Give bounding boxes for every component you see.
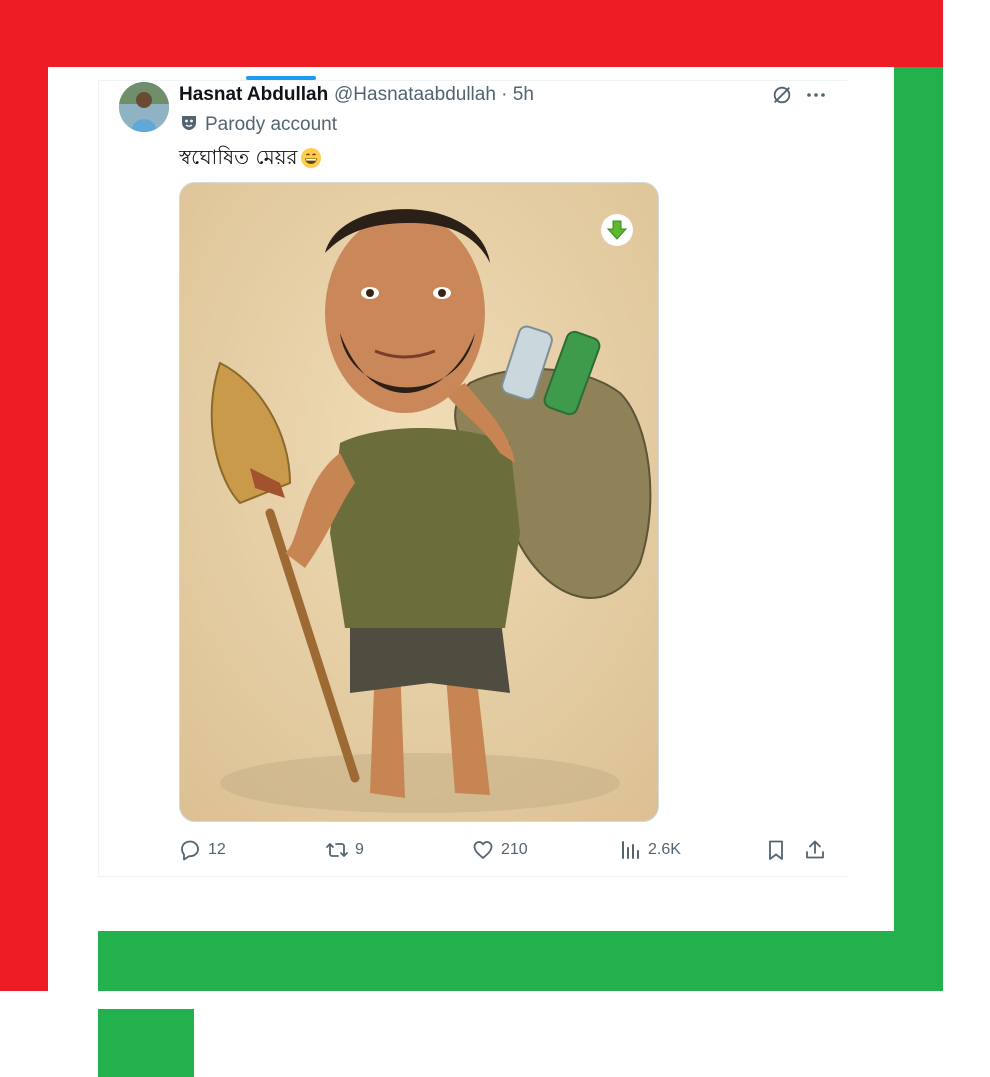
bookmark-icon <box>769 840 783 860</box>
author-handle-time[interactable]: @Hasnataabdullah · 5h <box>334 84 534 106</box>
green-square-block <box>98 1009 194 1077</box>
like-button[interactable]: 210 <box>471 837 528 863</box>
more-options-icon[interactable] <box>804 84 828 106</box>
views-count: 2.6K <box>648 841 681 858</box>
red-frame-top <box>0 0 943 67</box>
share-button[interactable] <box>803 837 827 863</box>
parody-account-label: Parody account <box>205 114 338 135</box>
share-icon <box>806 840 824 859</box>
parody-mask-icon <box>180 114 198 132</box>
tweet-media-image[interactable] <box>179 182 659 822</box>
tab-indicator <box>246 76 316 80</box>
retweet-count: 9 <box>355 841 364 858</box>
tweet-text: স্বঘোষিত মেয়র <box>179 143 322 176</box>
tweet-text-content: স্বঘোষিত মেয়র <box>179 145 298 169</box>
green-frame-bottom <box>98 931 943 991</box>
retweet-icon <box>326 843 348 857</box>
red-frame-left <box>0 67 48 991</box>
download-icon[interactable] <box>601 214 633 246</box>
reply-count: 12 <box>208 841 226 858</box>
retweet-button[interactable]: 9 <box>325 837 364 863</box>
grinning-face-emoji-icon <box>300 147 322 169</box>
author-name[interactable]: Hasnat Abdullah <box>179 84 328 106</box>
bookmark-button[interactable] <box>764 837 788 863</box>
grok-icon[interactable] <box>771 84 793 106</box>
avatar[interactable] <box>119 82 169 132</box>
green-frame-right <box>894 67 943 991</box>
reply-button[interactable]: 12 <box>178 837 226 863</box>
heart-icon <box>473 841 493 859</box>
views-button[interactable]: 2.6K <box>618 837 681 863</box>
reply-icon <box>181 840 199 861</box>
views-chart-icon <box>622 841 639 859</box>
like-count: 210 <box>501 841 528 858</box>
